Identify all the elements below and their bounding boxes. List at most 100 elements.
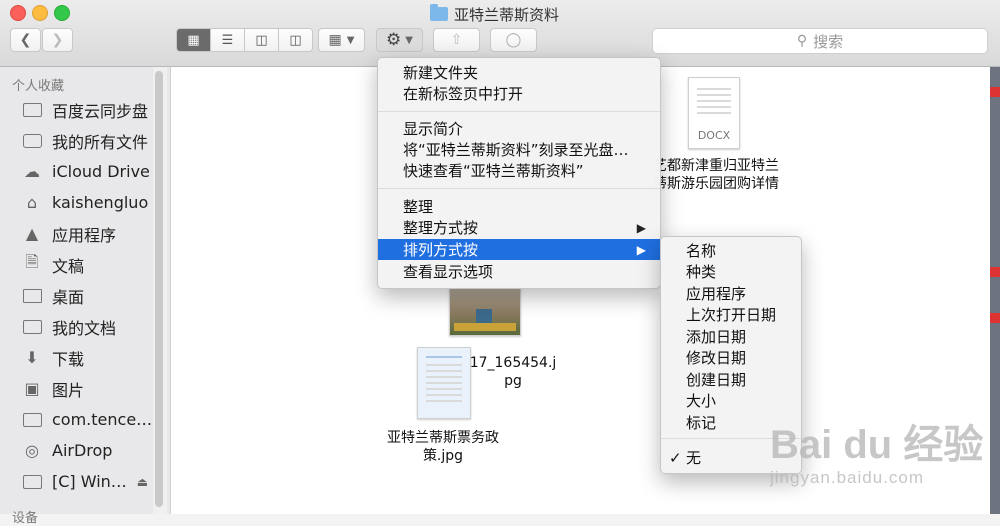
sidebar-item-applications[interactable]: ▲ 应用程序 — [0, 218, 155, 249]
baidu-watermark: Bai du 经验 jingyan.baidu.com — [770, 404, 990, 494]
share-icon: ⇧ — [450, 32, 463, 48]
sidebar-item-my-documents[interactable]: 我的文档 — [0, 311, 155, 342]
menu-item-label: 整理 — [403, 198, 434, 216]
view-mode-selector: ▦ ☰ ◫ ◫ — [176, 28, 313, 52]
menu-item-label: 大小 — [686, 392, 717, 410]
sidebar-item-label: 百度云同步盘 — [52, 101, 149, 121]
submenu-item-date-last-opened[interactable]: 上次打开日期 — [661, 304, 801, 325]
checkmark-icon: ✓ — [669, 448, 682, 467]
sidebar-section-devices: 设备 — [12, 511, 39, 526]
file-name-jpg-2[interactable]: 亚特兰蒂斯票务政 策.jpg — [376, 429, 510, 465]
file-name-jpg-1[interactable]: 17_165454.j pg — [463, 354, 563, 390]
sidebar-item-home[interactable]: ⌂ kaishengluo — [0, 187, 155, 218]
docx-file-icon[interactable]: DOCX — [688, 77, 740, 149]
menu-item-new-folder[interactable]: 新建文件夹 — [378, 62, 660, 83]
sidebar-item-label: AirDrop — [52, 441, 113, 460]
menu-item-clean-up-by[interactable]: 整理方式按 ▶ — [378, 217, 660, 238]
window-title-text: 亚特兰蒂斯资料 — [454, 5, 560, 24]
sidebar-item-com-tencent[interactable]: com.tence… — [0, 404, 155, 435]
sidebar-item-documents[interactable]: 🗎 文稿 — [0, 249, 155, 280]
menu-item-label: 无 — [686, 449, 702, 467]
icon-view-button[interactable]: ▦ — [177, 29, 211, 51]
menu-item-clean-up[interactable]: 整理 — [378, 196, 660, 217]
sidebar-item-label: kaishengluo — [52, 193, 149, 212]
submenu-item-application[interactable]: 应用程序 — [661, 283, 801, 304]
menu-item-arrange-by[interactable]: 排列方式按 ▶ — [378, 239, 660, 260]
chevron-down-icon: ▼ — [405, 34, 413, 46]
submenu-item-date-created[interactable]: 创建日期 — [661, 369, 801, 390]
airdrop-icon: ◎ — [25, 441, 39, 460]
search-placeholder: 搜索 — [813, 32, 844, 51]
menu-item-label: 创建日期 — [686, 371, 747, 389]
background-window-edge — [990, 67, 1000, 514]
forward-button[interactable]: ❯ — [42, 28, 73, 52]
watermark-brand: Bai du 经验 — [770, 423, 984, 467]
share-button[interactable]: ⇧ — [433, 28, 480, 52]
file-name-line: 艺都新津重归亚特兰 — [653, 158, 779, 174]
eject-icon[interactable]: ⏏ — [137, 475, 148, 489]
action-button[interactable]: ⚙ ▼ — [376, 28, 423, 52]
sidebar: 个人收藏 百度云同步盘 我的所有文件 ☁ iCloud Drive ⌂ kais… — [0, 67, 171, 526]
menu-item-open-new-tab[interactable]: 在新标签页中打开 — [378, 83, 660, 104]
menu-item-label: 种类 — [686, 263, 717, 281]
sidebar-item-c-windows[interactable]: [C] Win… ⏏ — [0, 466, 155, 497]
submenu-item-kind[interactable]: 种类 — [661, 261, 801, 282]
tag-icon: ◯ — [505, 32, 522, 48]
menu-item-label: 在新标签页中打开 — [403, 85, 524, 103]
cover-flow-button[interactable]: ◫ — [279, 29, 312, 51]
sidebar-item-baidu-sync[interactable]: 百度云同步盘 — [0, 94, 155, 125]
column-view-button[interactable]: ◫ — [245, 29, 279, 51]
menu-item-label: 新建文件夹 — [403, 64, 479, 82]
file-name-line: 策.jpg — [422, 448, 464, 464]
all-files-icon — [22, 132, 42, 150]
close-window-button[interactable] — [10, 5, 26, 21]
grid-icon: ▦ — [187, 32, 200, 48]
applications-icon: ▲ — [25, 224, 39, 243]
list-view-button[interactable]: ☰ — [211, 29, 245, 51]
list-icon: ☰ — [221, 32, 234, 48]
sidebar-item-desktop[interactable]: 桌面 — [0, 280, 155, 311]
cover-flow-icon: ◫ — [289, 32, 302, 48]
zoom-window-button[interactable] — [54, 5, 70, 21]
file-name-line: 17_165454.j — [469, 355, 557, 371]
sidebar-section-favorites: 个人收藏 — [12, 79, 65, 94]
file-name-line: 蒂斯游乐园团购详情 — [653, 176, 779, 192]
menu-item-burn-to-disc[interactable]: 将“亚特兰蒂斯资料”刻录至光盘… — [378, 139, 660, 160]
sidebar-item-icloud[interactable]: ☁ iCloud Drive — [0, 156, 155, 187]
menu-item-get-info[interactable]: 显示简介 — [378, 118, 660, 139]
folder-icon — [22, 473, 42, 491]
action-context-menu: 新建文件夹 在新标签页中打开 显示简介 将“亚特兰蒂斯资料”刻录至光盘… 快速查… — [377, 57, 661, 289]
search-field[interactable]: ⚲ 搜索 — [652, 28, 988, 54]
arrange-button[interactable]: ▦ ▼ — [318, 28, 365, 52]
sidebar-item-label: 图片 — [52, 380, 85, 400]
sidebar-item-label: 桌面 — [52, 287, 85, 307]
gear-icon: ⚙ — [386, 30, 402, 50]
folder-icon — [22, 101, 42, 119]
search-icon: ⚲ — [796, 33, 808, 49]
document-icon: 🗎 — [25, 252, 39, 271]
sidebar-item-all-files[interactable]: 我的所有文件 — [0, 125, 155, 156]
folder-icon — [430, 4, 448, 21]
submenu-item-date-added[interactable]: 添加日期 — [661, 326, 801, 347]
sidebar-item-label: com.tence… — [52, 410, 153, 429]
menu-item-quick-look[interactable]: 快速查看“亚特兰蒂斯资料” — [378, 160, 660, 181]
tags-button[interactable]: ◯ — [490, 28, 537, 52]
sidebar-item-pictures[interactable]: ▣ 图片 — [0, 373, 155, 404]
sidebar-item-label: iCloud Drive — [52, 162, 150, 181]
minimize-window-button[interactable] — [32, 5, 48, 21]
photo-thumbnail[interactable] — [449, 284, 521, 336]
submenu-item-date-modified[interactable]: 修改日期 — [661, 347, 801, 368]
sidebar-item-downloads[interactable]: ⬇ 下载 — [0, 342, 155, 373]
docx-badge: DOCX — [697, 129, 731, 142]
camera-icon: ▣ — [24, 379, 40, 398]
submenu-arrow-icon: ▶ — [636, 242, 646, 257]
submenu-item-name[interactable]: 名称 — [661, 240, 801, 261]
jpg-file-icon[interactable] — [417, 347, 471, 419]
sidebar-item-label: 我的所有文件 — [52, 132, 149, 152]
sidebar-scrollbar-thumb[interactable] — [155, 71, 163, 507]
download-icon: ⬇ — [25, 348, 39, 367]
menu-item-show-view-options[interactable]: 查看显示选项 — [378, 261, 660, 282]
sidebar-item-airdrop[interactable]: ◎ AirDrop — [0, 435, 155, 466]
back-button[interactable]: ❮ — [10, 28, 41, 52]
file-name-docx[interactable]: 艺都新津重归亚特兰 蒂斯游乐园团购详情 — [646, 157, 786, 193]
